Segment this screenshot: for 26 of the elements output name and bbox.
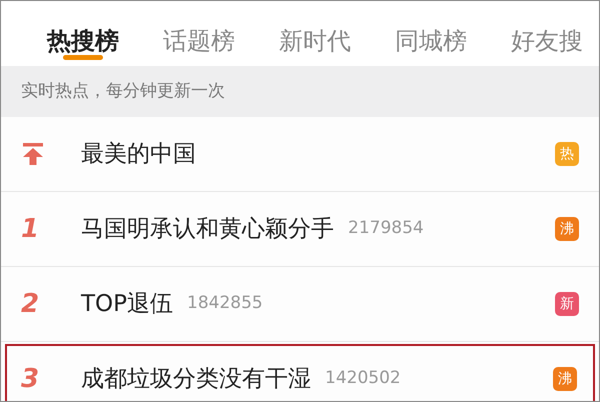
rank-number: 3: [21, 362, 40, 396]
tab[interactable]: 同城榜: [395, 1, 467, 66]
trend-title: 成都垃圾分类没有干湿: [81, 364, 311, 394]
trend-badge: 热: [555, 142, 579, 166]
trend-row[interactable]: 1 马国明承认和黄心颖分手 2179854 沸: [5, 194, 595, 264]
search-count: 1842855: [187, 292, 263, 316]
trend-badge: 沸: [555, 217, 579, 241]
trend-row[interactable]: 3 成都垃圾分类没有干湿 1420502 沸: [5, 344, 595, 401]
tab[interactable]: 热搜榜: [47, 1, 119, 66]
tab[interactable]: 新时代: [279, 1, 351, 66]
rank-number: 2: [21, 288, 40, 320]
trend-row[interactable]: 2 TOP退伍 1842855 新: [5, 269, 595, 339]
trend-title: 最美的中国: [81, 140, 196, 169]
tab[interactable]: 话题榜: [163, 1, 235, 66]
trend-title: TOP退伍: [81, 290, 174, 319]
pin-to-top-icon: [21, 142, 45, 166]
trend-badge: 新: [555, 292, 579, 316]
search-count: 2179854: [348, 217, 424, 240]
trend-row[interactable]: 最美的中国 热: [5, 119, 595, 189]
tab[interactable]: 好友搜: [511, 1, 583, 66]
rank-number: 1: [21, 212, 40, 246]
trend-title: 马国明承认和黄心颖分手: [81, 214, 334, 244]
trend-badge: 沸: [553, 367, 577, 391]
search-count: 1420502: [325, 367, 401, 390]
notice-text: 实时热点，每分钟更新一次: [21, 80, 225, 103]
tab-indicator: [63, 55, 103, 60]
